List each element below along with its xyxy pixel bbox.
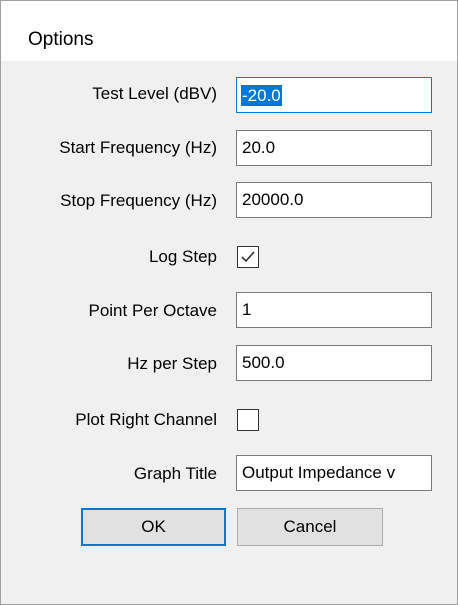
plot-right-channel-checkbox[interactable] — [237, 409, 259, 431]
log-step-label: Log Step — [148, 247, 217, 266]
options-dialog: Options Test Level (dBV) -20.0 Start Fre… — [0, 0, 458, 605]
points-per-octave-label: Point Per Octave — [88, 301, 217, 320]
graph-title-label: Graph Title — [133, 464, 217, 483]
stop-frequency-input[interactable] — [236, 182, 432, 218]
title-bar: Options — [1, 1, 457, 61]
test-level-selected-text: -20.0 — [241, 85, 282, 106]
log-step-checkbox[interactable] — [237, 246, 259, 268]
dialog-title: Options — [28, 29, 94, 50]
start-frequency-label: Start Frequency (Hz) — [59, 138, 217, 157]
start-frequency-input[interactable] — [236, 130, 432, 166]
cancel-button[interactable]: Cancel — [237, 508, 383, 546]
hz-per-step-input[interactable] — [236, 345, 432, 381]
graph-title-input[interactable] — [236, 455, 432, 491]
checkmark-icon — [241, 251, 255, 263]
test-level-label: Test Level (dBV) — [92, 84, 217, 103]
points-per-octave-input[interactable] — [236, 292, 432, 328]
plot-right-channel-label: Plot Right Channel — [75, 410, 217, 429]
hz-per-step-label: Hz per Step — [127, 354, 217, 373]
test-level-input[interactable]: -20.0 — [236, 77, 432, 113]
stop-frequency-label: Stop Frequency (Hz) — [60, 191, 217, 210]
ok-button[interactable]: OK — [81, 508, 226, 546]
